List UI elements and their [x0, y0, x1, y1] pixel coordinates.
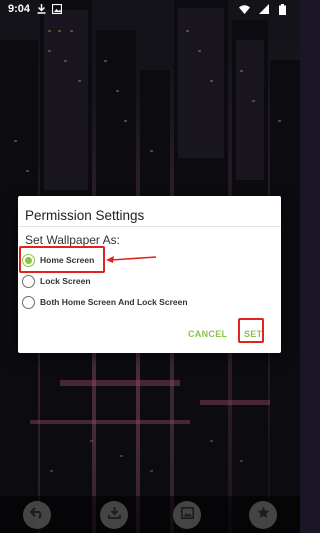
radio-lock-screen[interactable]: [22, 274, 35, 288]
download-icon: [107, 506, 121, 524]
status-bar: 9:04: [0, 0, 300, 18]
download-icon: [36, 4, 47, 15]
undo-icon: [29, 506, 44, 524]
permission-dialog: Permission Settings Set Wallpaper As: Ho…: [18, 196, 281, 353]
favorite-button[interactable]: [249, 501, 277, 529]
dialog-subtitle: Set Wallpaper As:: [25, 233, 120, 247]
gallery-icon: [180, 506, 194, 524]
status-time: 9:04: [8, 3, 31, 15]
wifi-icon: [239, 4, 250, 15]
battery-icon: [277, 3, 288, 15]
radio-both-screens[interactable]: [22, 295, 35, 309]
download-button[interactable]: [100, 501, 128, 529]
dialog-divider: [18, 226, 281, 227]
option-label: Lock Screen: [40, 276, 91, 286]
bottom-toolbar: [0, 496, 300, 533]
option-lock-screen[interactable]: Lock Screen: [22, 272, 91, 290]
gallery-button[interactable]: [173, 501, 201, 529]
cancel-button[interactable]: CANCEL: [188, 329, 227, 339]
undo-button[interactable]: [23, 501, 51, 529]
dialog-title: Permission Settings: [25, 208, 145, 223]
option-label: Both Home Screen And Lock Screen: [40, 297, 188, 307]
star-icon: [257, 506, 270, 524]
set-button[interactable]: SET: [244, 329, 262, 339]
option-both-screens[interactable]: Both Home Screen And Lock Screen: [22, 293, 188, 311]
annotation-highlight-home: [19, 246, 105, 273]
photo-icon: [51, 4, 62, 15]
signal-icon: [258, 4, 269, 15]
